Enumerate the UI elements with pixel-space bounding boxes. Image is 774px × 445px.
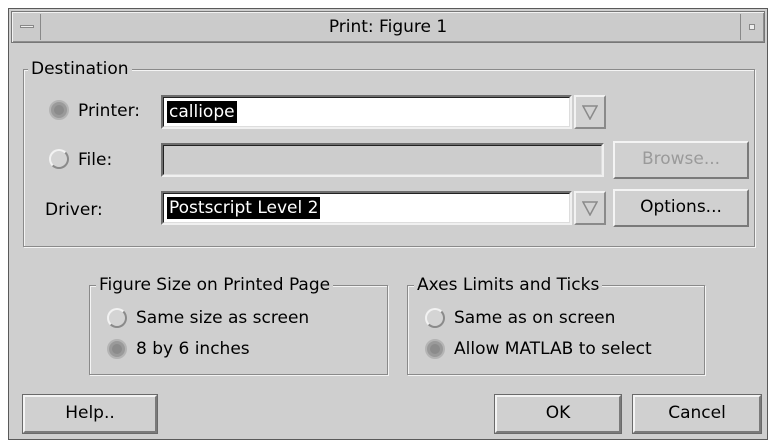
- triangle-down-icon: [582, 105, 598, 120]
- same-size-radio[interactable]: [107, 308, 127, 328]
- ok-button[interactable]: OK: [494, 394, 622, 434]
- help-button[interactable]: Help..: [22, 394, 158, 434]
- axes-limits-legend: Axes Limits and Ticks: [414, 274, 603, 296]
- figure-size-legend: Figure Size on Printed Page: [96, 274, 334, 296]
- eight-by-six-radio[interactable]: [107, 339, 127, 359]
- file-label: File:: [78, 150, 113, 170]
- driver-label: Driver:: [45, 200, 103, 220]
- eight-by-six-label: 8 by 6 inches: [136, 339, 250, 359]
- printer-dropdown-button[interactable]: [574, 95, 606, 129]
- destination-legend: Destination: [28, 58, 132, 80]
- same-as-screen-radio[interactable]: [425, 308, 445, 328]
- maximize-icon[interactable]: [740, 14, 762, 40]
- cancel-button[interactable]: Cancel: [632, 394, 762, 434]
- allow-matlab-label: Allow MATLAB to select: [454, 339, 652, 359]
- printer-label: Printer:: [78, 101, 140, 121]
- print-dialog: Print: Figure 1 Destination Printer: cal…: [8, 8, 768, 440]
- file-radio[interactable]: [49, 149, 69, 169]
- printer-field[interactable]: calliope: [161, 95, 572, 129]
- browse-button[interactable]: Browse...: [613, 141, 749, 179]
- window-title: Print: Figure 1: [328, 17, 448, 37]
- driver-dropdown-button[interactable]: [574, 191, 606, 225]
- driver-value: Postscript Level 2: [167, 197, 321, 219]
- printer-value: calliope: [167, 101, 237, 123]
- driver-field[interactable]: Postscript Level 2: [161, 191, 572, 225]
- figure-size-group: Figure Size on Printed Page: [89, 274, 388, 375]
- triangle-down-icon: [582, 201, 598, 216]
- title-bar[interactable]: Print: Figure 1: [11, 11, 765, 43]
- same-as-screen-label: Same as on screen: [454, 308, 616, 328]
- printer-radio[interactable]: [49, 100, 69, 120]
- same-size-label: Same size as screen: [136, 308, 310, 328]
- file-field[interactable]: [161, 143, 604, 177]
- allow-matlab-radio[interactable]: [425, 339, 445, 359]
- options-button[interactable]: Options...: [613, 189, 749, 227]
- axes-limits-group: Axes Limits and Ticks: [407, 274, 705, 375]
